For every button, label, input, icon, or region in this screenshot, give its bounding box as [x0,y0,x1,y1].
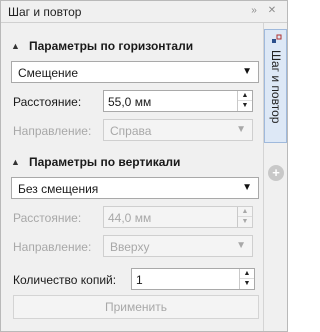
vertical-direction-label: Направление: [13,240,92,254]
horizontal-direction-dropdown: Справа ▼ [103,119,253,141]
vertical-direction-dropdown: Вверху ▼ [103,235,253,257]
step-repeat-panel: ▲ Параметры по горизонтали Смещение ▼ Ра… [7,29,259,327]
horizontal-distance-field[interactable]: 55,0 мм ▲ ▼ [103,90,253,112]
vertical-mode-value: Без смещения [18,182,99,196]
vertical-distance-stepper: ▲ ▼ [237,207,252,227]
chevron-down-icon: ▼ [236,124,246,135]
horizontal-distance-stepper: ▲ ▼ [237,91,252,111]
collapse-triangle-icon: ▲ [11,157,20,167]
horizontal-direction-label: Направление: [13,124,92,138]
title-bar: Шаг и повтор » ✕ [1,1,287,23]
vertical-direction-value: Вверху [110,240,150,254]
step-repeat-icon [271,34,283,46]
vertical-distance-field: 44,0 мм ▲ ▼ [103,206,253,228]
copies-value: 1 [136,273,143,287]
spin-down-icon[interactable]: ▼ [240,279,254,289]
add-docker-icon[interactable]: + [268,165,284,181]
horizontal-section-title: Параметры по горизонтали [29,39,194,53]
copies-field[interactable]: 1 ▲ ▼ [131,268,255,290]
horizontal-section-header[interactable]: ▲ Параметры по горизонтали [11,37,193,55]
horizontal-distance-label: Расстояние: [13,95,82,109]
chevron-down-icon: ▼ [242,66,252,77]
step-repeat-window: Шаг и повтор » ✕ ▲ Параметры по горизонт… [0,0,288,332]
apply-button: Применить [13,295,259,319]
spin-up-icon[interactable]: ▲ [238,91,252,101]
docker-tab-step-repeat[interactable]: Шаг и повтор [264,29,287,143]
spin-down-icon[interactable]: ▼ [238,101,252,111]
chevron-down-icon: ▼ [242,182,252,193]
spin-up-icon: ▲ [238,207,252,217]
vertical-section-header[interactable]: ▲ Параметры по вертикали [11,153,180,171]
copies-label: Количество копий: [13,273,117,287]
spin-down-icon: ▼ [241,218,249,225]
docker-tab-rail: Шаг и повтор + [263,23,287,331]
vertical-section-title: Параметры по вертикали [29,155,181,169]
close-icon[interactable]: ✕ [265,4,279,18]
window-title: Шаг и повтор [8,5,82,19]
horizontal-distance-value: 55,0 мм [108,95,152,109]
spin-up-icon[interactable]: ▲ [240,269,254,279]
docker-tab-label: Шаг и повтор [269,50,283,124]
horizontal-mode-value: Смещение [18,66,79,80]
vertical-distance-label: Расстояние: [13,211,82,225]
collapse-panel-icon[interactable]: » [247,4,261,18]
horizontal-direction-value: Справа [110,124,152,138]
vertical-distance-value: 44,0 мм [108,211,152,225]
horizontal-mode-dropdown[interactable]: Смещение ▼ [11,61,259,83]
copies-stepper: ▲ ▼ [239,269,254,289]
chevron-down-icon: ▼ [236,240,246,251]
vertical-mode-dropdown[interactable]: Без смещения ▼ [11,177,259,199]
collapse-triangle-icon: ▲ [11,41,20,51]
